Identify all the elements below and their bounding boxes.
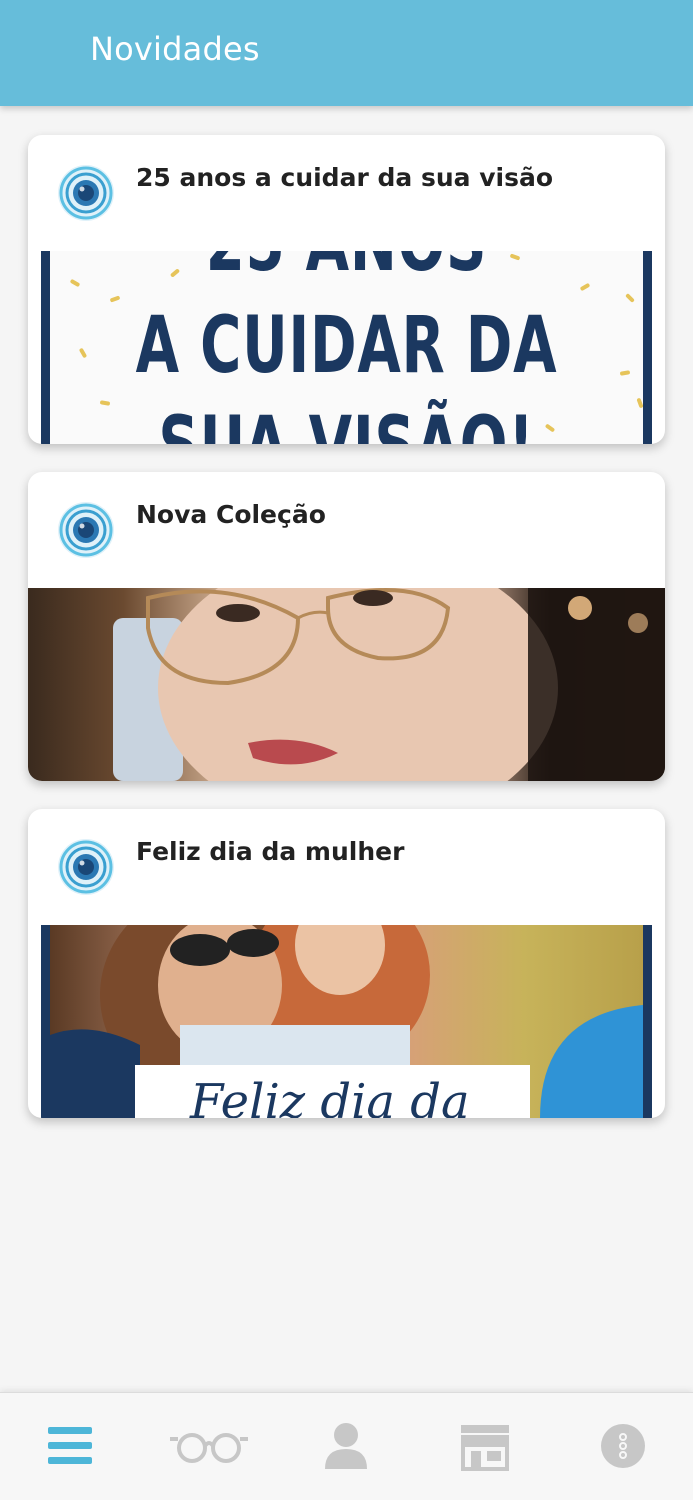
nav-info-button[interactable] xyxy=(593,1421,653,1471)
news-card-image xyxy=(28,588,665,781)
nav-glasses-button[interactable] xyxy=(168,1421,250,1471)
photo-illustration: Feliz dia da xyxy=(50,925,643,1118)
banner-text-line: 25 ANOS xyxy=(133,251,560,289)
photo-illustration xyxy=(113,588,665,781)
womens-day-photo: Feliz dia da xyxy=(41,925,652,1118)
nav-menu-button[interactable] xyxy=(40,1421,100,1471)
confetti xyxy=(99,400,111,406)
confetti xyxy=(619,370,631,376)
banner-script-text: Feliz dia da xyxy=(189,1074,470,1118)
news-card[interactable]: Nova Coleção xyxy=(28,472,665,781)
confetti xyxy=(78,347,88,359)
bottom-navigation xyxy=(0,1392,693,1500)
brand-logo-icon xyxy=(58,165,114,221)
menu-icon xyxy=(48,1427,92,1464)
nav-profile-button[interactable] xyxy=(316,1421,376,1471)
nav-store-button[interactable] xyxy=(455,1421,515,1471)
glasses-icon xyxy=(170,1433,248,1463)
news-card[interactable]: 25 anos a cuidar da sua visão 25 ANOS A … xyxy=(28,135,665,444)
banner-text-line: SUA VISÃO! xyxy=(133,401,560,444)
store-icon xyxy=(461,1425,509,1471)
profile-icon xyxy=(325,1423,367,1469)
banner-text-line: A CUIDAR DA xyxy=(135,301,558,391)
brand-logo-icon xyxy=(58,839,114,895)
news-card-image: 25 ANOS A CUIDAR DA SUA VISÃO! xyxy=(28,251,665,444)
info-icon xyxy=(601,1424,645,1468)
eyewear-model-photo xyxy=(28,588,665,781)
news-card-title: 25 anos a cuidar da sua visão xyxy=(136,163,553,192)
confetti xyxy=(625,293,635,303)
news-card-title: Feliz dia da mulher xyxy=(136,837,405,866)
brand-logo-icon xyxy=(58,502,114,558)
confetti xyxy=(69,278,81,288)
app-header: Novidades xyxy=(0,0,693,106)
confetti xyxy=(636,397,643,409)
anniversary-banner: 25 ANOS A CUIDAR DA SUA VISÃO! xyxy=(41,251,652,444)
page-title: Novidades xyxy=(90,30,260,68)
confetti xyxy=(109,295,121,303)
news-card-image: Feliz dia da xyxy=(28,925,665,1118)
confetti xyxy=(579,282,591,292)
news-card[interactable]: Feliz dia da mulher Feliz dia da xyxy=(28,809,665,1118)
news-card-title: Nova Coleção xyxy=(136,500,326,529)
